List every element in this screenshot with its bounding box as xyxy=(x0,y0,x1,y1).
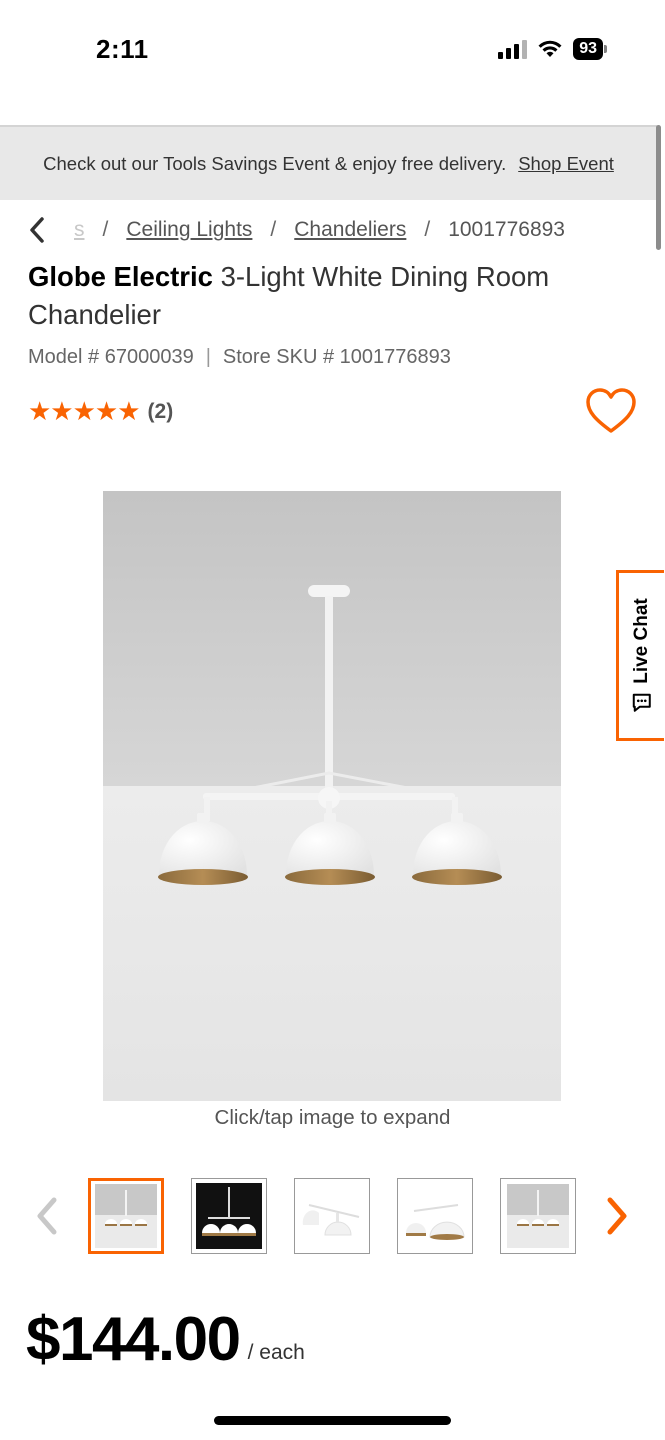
rating-stars: ★★★★★ xyxy=(28,396,141,426)
price-value: $144.00 xyxy=(26,1305,241,1374)
rating[interactable]: ★★★★★ (2) xyxy=(28,396,173,427)
shop-event-link[interactable]: Shop Event xyxy=(518,153,614,175)
breadcrumb-chandeliers[interactable]: Chandeliers xyxy=(294,218,406,242)
store-sku: Store SKU # 1001776893 xyxy=(222,346,451,368)
thumbnail-image xyxy=(196,1183,262,1249)
live-chat-button[interactable]: Live Chat xyxy=(616,570,664,741)
thumbnail-next-button[interactable] xyxy=(602,1196,632,1236)
promo-banner: Check out our Tools Savings Event & enjo… xyxy=(0,125,657,200)
battery-icon: 93 xyxy=(573,38,607,60)
thumbnail-4[interactable] xyxy=(397,1178,473,1254)
home-indicator[interactable] xyxy=(214,1416,451,1425)
chat-bubble-icon xyxy=(632,693,651,712)
breadcrumb-current: 1001776893 xyxy=(448,218,565,241)
thumbnail-3[interactable] xyxy=(294,1178,370,1254)
breadcrumb-separator: / xyxy=(270,218,277,241)
chevron-left-icon xyxy=(37,1197,57,1235)
thumbnail-image xyxy=(507,1184,569,1248)
thumbnail-5[interactable] xyxy=(500,1178,576,1254)
battery-level: 93 xyxy=(573,38,603,60)
heart-icon[interactable] xyxy=(584,386,638,436)
breadcrumb-faded-item[interactable]: s xyxy=(74,218,85,242)
status-time: 2:11 xyxy=(96,34,149,64)
product-main-image[interactable] xyxy=(103,491,561,1101)
price: $144.00 / each xyxy=(26,1305,305,1375)
image-caption: Click/tap image to expand xyxy=(214,1106,451,1129)
breadcrumb-back-button[interactable] xyxy=(28,216,58,244)
product-title: Globe Electric 3-Light White Dining Room… xyxy=(28,258,638,334)
review-count[interactable]: (2) xyxy=(148,400,174,424)
page-scrollbar[interactable] xyxy=(656,125,661,250)
product-brand[interactable]: Globe Electric xyxy=(28,261,213,292)
breadcrumb-separator: / xyxy=(424,218,431,241)
thumbnail-carousel xyxy=(0,1176,665,1256)
promo-text: Check out our Tools Savings Event & enjo… xyxy=(43,152,507,174)
breadcrumb: s / Ceiling Lights / Chandeliers / 10017… xyxy=(28,212,648,248)
model-number: Model # 67000039 xyxy=(28,346,194,368)
price-unit: / each xyxy=(247,1341,305,1364)
chevron-left-icon xyxy=(30,217,44,243)
breadcrumb-separator: / xyxy=(102,218,109,241)
chevron-right-icon xyxy=(607,1197,627,1235)
breadcrumb-ceiling-lights[interactable]: Ceiling Lights xyxy=(126,218,252,242)
thumbnail-image xyxy=(299,1183,365,1249)
thumbnail-image xyxy=(402,1183,468,1249)
wifi-icon xyxy=(538,40,562,57)
status-bar: 2:11 93 xyxy=(0,0,665,100)
thumbnail-1[interactable] xyxy=(88,1178,164,1254)
model-line: Model # 67000039 | Store SKU # 100177689… xyxy=(28,346,451,369)
thumbnail-prev-button[interactable] xyxy=(32,1196,62,1236)
signal-icon xyxy=(498,39,528,59)
thumbnail-image xyxy=(95,1184,157,1248)
live-chat-label: Live Chat xyxy=(630,597,652,684)
thumbnail-2[interactable] xyxy=(191,1178,267,1254)
model-separator: | xyxy=(205,346,211,368)
status-icons: 93 xyxy=(498,38,607,60)
chandelier-image xyxy=(103,491,561,1101)
